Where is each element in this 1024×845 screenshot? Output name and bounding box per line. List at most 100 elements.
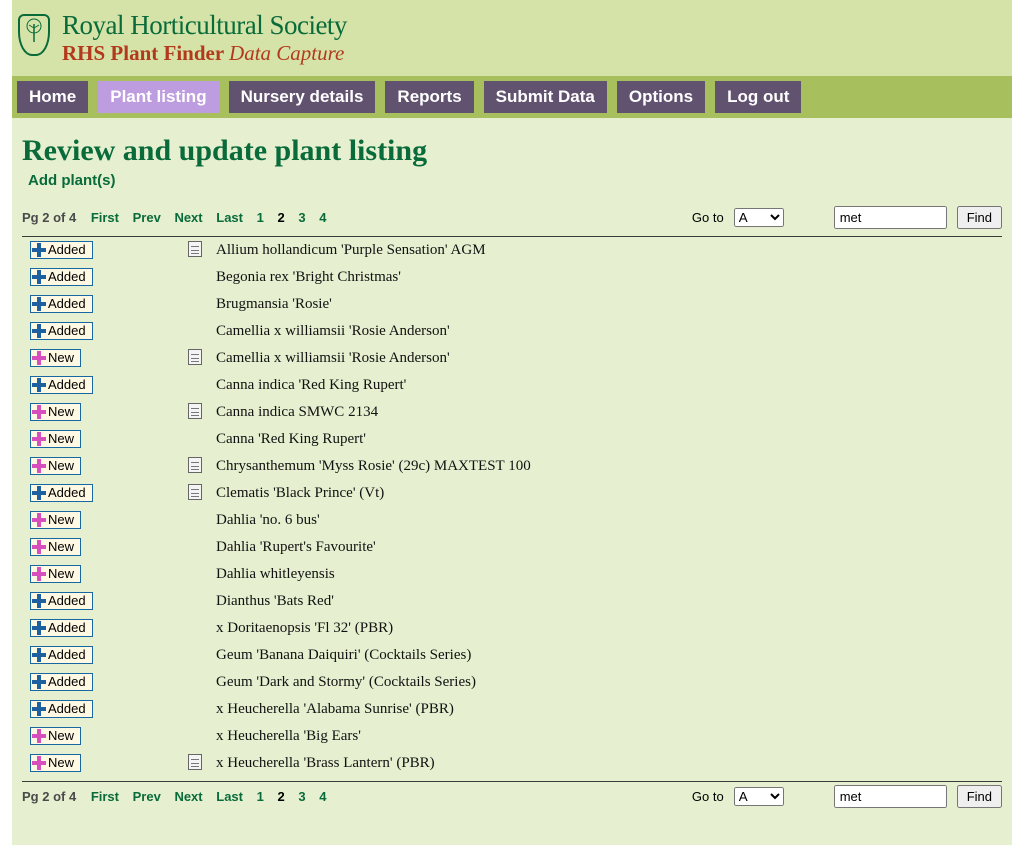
goto-select[interactable]: A [734,208,784,227]
page-indicator: Pg 2 of 4 [22,789,76,804]
plus-icon [32,432,46,446]
plant-name[interactable]: Dianthus 'Bats Red' [212,588,1002,615]
pager-next[interactable]: Next [174,210,202,225]
plant-name[interactable]: Dahlia 'Rupert's Favourite' [212,534,1002,561]
status-badge-label: Added [48,485,86,500]
app-header: Royal Horticultural Society RHS Plant Fi… [12,0,1012,76]
pager-page-3[interactable]: 3 [298,789,305,804]
plus-icon [32,324,46,338]
find-input[interactable] [834,206,947,229]
nav-submit-data[interactable]: Submit Data [484,81,607,113]
nav-plant-listing[interactable]: Plant listing [98,81,218,113]
plus-icon [32,351,46,365]
table-row: Added Clematis 'Black Prince' (Vt) [22,480,1002,507]
pager-page-2: 2 [277,210,284,225]
pager-prev[interactable]: Prev [133,210,161,225]
plant-name[interactable]: Clematis 'Black Prince' (Vt) [212,480,1002,507]
note-icon[interactable] [188,241,202,257]
status-badge-added[interactable]: Added [30,646,93,664]
find-button[interactable] [957,785,1002,808]
plant-name[interactable]: x Heucherella 'Big Ears' [212,723,1002,750]
nav-options[interactable]: Options [617,81,705,113]
table-row: New Dahlia 'no. 6 bus' [22,507,1002,534]
nav-reports[interactable]: Reports [385,81,473,113]
plant-name[interactable]: Canna indica SMWC 2134 [212,399,1002,426]
goto-label: Go to [692,789,724,804]
plant-name[interactable]: Allium hollandicum 'Purple Sensation' AG… [212,237,1002,264]
pager-prev[interactable]: Prev [133,789,161,804]
plant-name[interactable]: Chrysanthemum 'Myss Rosie' (29c) MAXTEST… [212,453,1002,480]
pager-first[interactable]: First [91,210,119,225]
status-badge-label: New [48,728,74,743]
pager-page-4[interactable]: 4 [319,789,326,804]
status-badge-added[interactable]: Added [30,673,93,691]
note-icon[interactable] [188,457,202,473]
status-badge-added[interactable]: Added [30,322,93,340]
table-row: Added Canna indica 'Red King Rupert' [22,372,1002,399]
status-badge-added[interactable]: Added [30,619,93,637]
plant-name[interactable]: Dahlia 'no. 6 bus' [212,507,1002,534]
plant-name[interactable]: Dahlia whitleyensis [212,561,1002,588]
plant-name[interactable]: Geum 'Dark and Stormy' (Cocktails Series… [212,669,1002,696]
status-badge-new[interactable]: New [30,565,81,583]
plant-name[interactable]: x Doritaenopsis 'Fl 32' (PBR) [212,615,1002,642]
status-badge-new[interactable]: New [30,349,81,367]
status-badge-new[interactable]: New [30,727,81,745]
plant-name[interactable]: Canna indica 'Red King Rupert' [212,372,1002,399]
nav-log-out[interactable]: Log out [715,81,801,113]
plant-name[interactable]: Camellia x williamsii 'Rosie Anderson' [212,318,1002,345]
plant-name[interactable]: Begonia rex 'Bright Christmas' [212,264,1002,291]
table-row: New x Heucherella 'Brass Lantern' (PBR) [22,750,1002,777]
pager-page-3[interactable]: 3 [298,210,305,225]
status-badge-new[interactable]: New [30,511,81,529]
status-badge-label: Added [48,593,86,608]
status-badge-new[interactable]: New [30,538,81,556]
find-input[interactable] [834,785,947,808]
table-row: New Dahlia 'Rupert's Favourite' [22,534,1002,561]
pager-first[interactable]: First [91,789,119,804]
nav-nursery-details[interactable]: Nursery details [229,81,376,113]
status-badge-added[interactable]: Added [30,376,93,394]
note-icon[interactable] [188,484,202,500]
pager-page-2: 2 [277,789,284,804]
page-indicator: Pg 2 of 4 [22,210,76,225]
add-plants-link[interactable]: Add plant(s) [28,172,116,189]
plus-icon [32,297,46,311]
pager-next[interactable]: Next [174,789,202,804]
nav-home[interactable]: Home [17,81,88,113]
plus-icon [32,648,46,662]
status-badge-added[interactable]: Added [30,295,93,313]
plant-name[interactable]: x Heucherella 'Alabama Sunrise' (PBR) [212,696,1002,723]
note-icon[interactable] [188,754,202,770]
status-badge-new[interactable]: New [30,457,81,475]
plant-name[interactable]: x Heucherella 'Brass Lantern' (PBR) [212,750,1002,777]
status-badge-label: New [48,458,74,473]
pager-page-4[interactable]: 4 [319,210,326,225]
status-badge-added[interactable]: Added [30,592,93,610]
status-badge-added[interactable]: Added [30,268,93,286]
table-row: Added Camellia x williamsii 'Rosie Anders… [22,318,1002,345]
plant-name[interactable]: Brugmansia 'Rosie' [212,291,1002,318]
pager-last[interactable]: Last [216,210,243,225]
status-badge-new[interactable]: New [30,430,81,448]
status-badge-new[interactable]: New [30,403,81,421]
plant-name[interactable]: Camellia x williamsii 'Rosie Anderson' [212,345,1002,372]
status-badge-added[interactable]: Added [30,241,93,259]
plus-icon [32,729,46,743]
pager-page-1[interactable]: 1 [257,789,264,804]
status-badge-added[interactable]: Added [30,700,93,718]
plant-name[interactable]: Geum 'Banana Daiquiri' (Cocktails Series… [212,642,1002,669]
find-button[interactable] [957,206,1002,229]
status-badge-label: Added [48,377,86,392]
plant-name[interactable]: Canna 'Red King Rupert' [212,426,1002,453]
note-icon[interactable] [188,349,202,365]
status-badge-added[interactable]: Added [30,484,93,502]
main-nav: Home Plant listing Nursery details Repor… [12,76,1012,118]
pager-last[interactable]: Last [216,789,243,804]
status-badge-label: New [48,431,74,446]
status-badge-new[interactable]: New [30,754,81,772]
goto-select[interactable]: A [734,787,784,806]
pager-page-1[interactable]: 1 [257,210,264,225]
note-icon[interactable] [188,403,202,419]
plus-icon [32,513,46,527]
